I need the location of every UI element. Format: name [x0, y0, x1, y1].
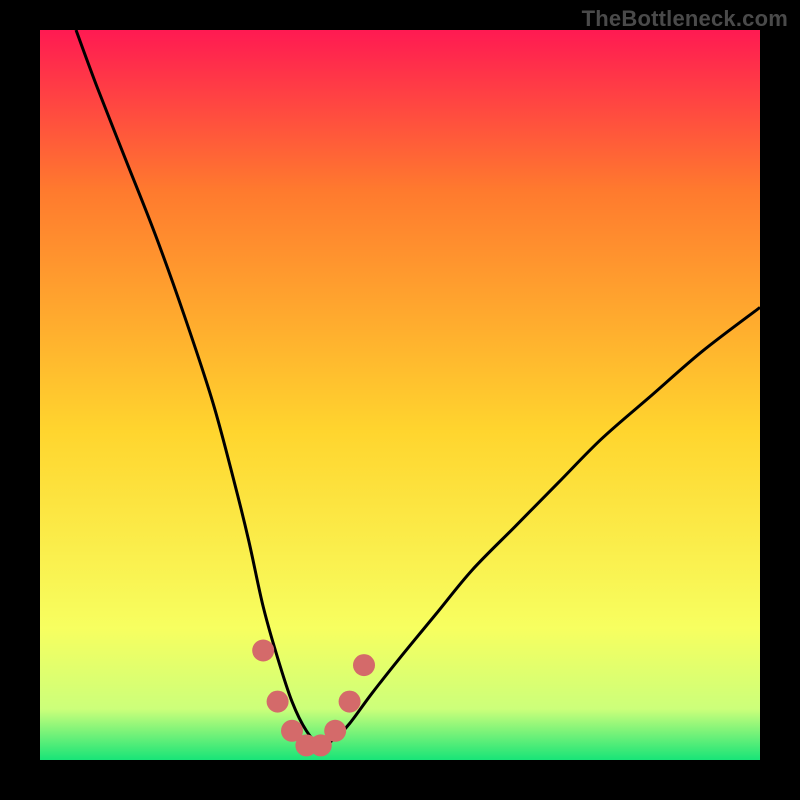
- watermark-text: TheBottleneck.com: [582, 6, 788, 32]
- highlight-dot: [353, 654, 375, 676]
- chart-frame: TheBottleneck.com: [0, 0, 800, 800]
- highlight-dot: [252, 640, 274, 662]
- plot-area: [40, 30, 760, 760]
- highlight-dot: [324, 720, 346, 742]
- chart-svg: [40, 30, 760, 760]
- highlight-dot: [339, 691, 361, 713]
- highlight-dot: [267, 691, 289, 713]
